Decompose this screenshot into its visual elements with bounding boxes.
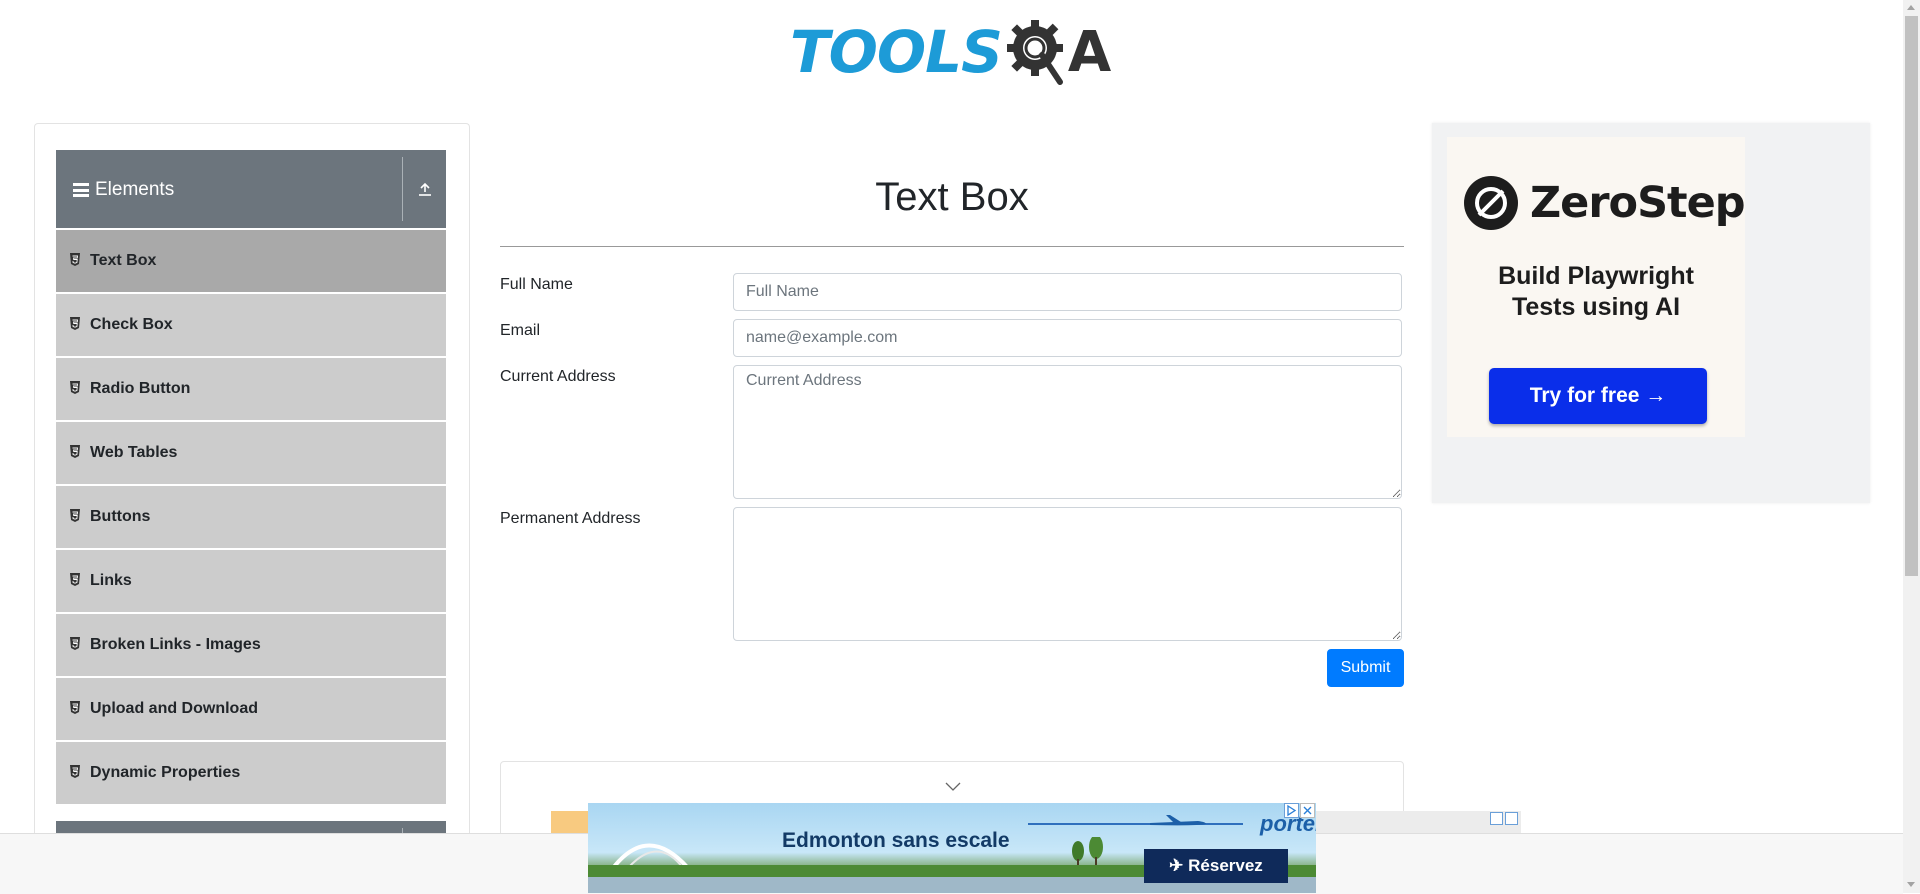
sidebar-item-buttons[interactable]: Buttons [56,486,446,548]
hamburger-icon [73,183,89,197]
current-address-textarea[interactable] [733,365,1402,499]
html5-icon [70,637,80,650]
reserve-label: Réservez [1188,856,1263,875]
airplane-icon [1150,815,1206,826]
permanent-address-label: Permanent Address [500,510,641,527]
sidebar-item-links[interactable]: Links [56,550,446,612]
porter-ad[interactable]: porter Edmonton sans escale ✈ Réservez [588,803,1316,893]
html5-icon [70,317,80,330]
logo-a: A [1067,19,1112,85]
vertical-scrollbar[interactable] [1903,0,1920,893]
scroll-up-arrow-icon[interactable] [1907,5,1915,10]
sidebar-item-label: Radio Button [90,380,191,397]
sidebar-item-label: Dynamic Properties [90,764,241,781]
sidebar-item-label: Check Box [90,316,173,333]
permanent-address-textarea[interactable] [733,507,1402,641]
scroll-thumb[interactable] [1905,16,1918,576]
header-divider [402,157,403,221]
html5-icon [70,445,80,458]
ad-choices-icon[interactable] [1284,803,1299,818]
header: TOOLS A [0,0,1903,100]
ad-strip-left [551,811,589,833]
zerostep-tagline: Build Playwright Tests using AI [1447,261,1745,323]
sidebar-item-dynamic-properties[interactable]: Dynamic Properties [56,742,446,804]
elements-group-header[interactable]: Elements [56,150,446,228]
sidebar-item-label: Web Tables [90,444,178,461]
full-name-input[interactable] [733,273,1402,311]
email-input[interactable] [733,319,1402,357]
sidebar-item-web-tables[interactable]: Web Tables [56,422,446,484]
close-icon[interactable] [1300,803,1315,818]
zerostep-ad[interactable]: ZeroStep Build Playwright Tests using AI… [1432,123,1870,503]
sidebar-item-label: Links [90,572,132,589]
html5-icon [70,701,80,714]
sidebar-item-radio-button[interactable]: Radio Button [56,358,446,420]
sidebar-item-label: Upload and Download [90,700,258,717]
sidebar-item-check-box[interactable]: Check Box [56,294,446,356]
sidebar-menu: Text Box Check Box Radio Button Web Tabl… [56,230,446,806]
sidebar-item-label: Buttons [90,508,151,525]
collapse-upload-icon[interactable] [416,180,434,198]
email-label: Email [500,322,541,339]
sidebar-item-broken-links-images[interactable]: Broken Links - Images [56,614,446,676]
airplane-small-icon: ✈ [1169,856,1189,875]
group-title: Elements [95,179,175,200]
html5-icon [70,253,80,266]
zerostep-brand: ZeroStep [1530,178,1746,228]
chevron-down-icon[interactable] [945,782,961,792]
current-address-label: Current Address [500,368,616,385]
title-divider [500,246,1404,247]
try-for-free-button[interactable]: Try for free → [1489,368,1707,424]
ad-headline: Edmonton sans escale [782,829,1010,852]
tagline-line-1: Build Playwright [1498,262,1694,290]
sidebar-item-label: Broken Links - Images [90,636,261,653]
full-name-label: Full Name [500,276,573,293]
ad-choices-icon[interactable] [1490,812,1503,825]
page-title: Text Box [875,175,1029,219]
reserve-button[interactable]: ✈ Réservez [1144,849,1288,883]
tagline-line-2: Tests using AI [1511,293,1681,321]
zerostep-ad-card: ZeroStep Build Playwright Tests using AI… [1447,137,1746,437]
left-panel: Elements Text Box Check Box Radio Button… [34,123,470,894]
scroll-down-arrow-icon[interactable] [1907,882,1915,887]
logo-text: TOOLS [790,18,1003,86]
sidebar-item-label: Text Box [90,252,157,269]
submit-button[interactable]: Submit [1327,649,1404,687]
html5-icon [70,765,80,778]
toolsqa-logo[interactable]: TOOLS A [790,14,1111,90]
zerostep-badge-icon [1464,176,1518,230]
close-icon[interactable] [1505,812,1518,825]
sidebar-item-text-box[interactable]: Text Box [56,230,446,292]
html5-icon [70,381,80,394]
html5-icon [70,509,80,522]
flight-path-line [1028,823,1243,825]
html5-icon [70,573,80,586]
sidebar-item-upload-and-download[interactable]: Upload and Download [56,678,446,740]
zerostep-logo: ZeroStep [1464,176,1746,230]
gear-magnifier-icon [1006,20,1063,85]
